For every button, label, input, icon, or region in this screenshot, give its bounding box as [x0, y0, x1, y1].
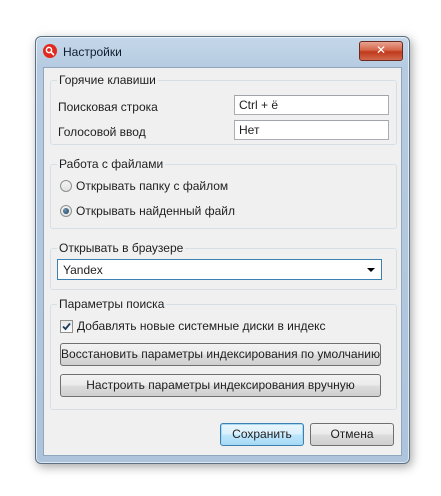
hotkeys-group: Горячие клавиши Поисковая строка Ctrl + … — [50, 73, 397, 145]
open-file-label[interactable]: Открывать найденный файл — [76, 204, 235, 218]
browser-group: Открывать в браузере Yandex — [50, 241, 397, 290]
add-disks-label[interactable]: Добавлять новые системные диски в индекс — [77, 319, 326, 333]
search-params-legend: Параметры поиска — [57, 297, 167, 311]
files-legend: Работа с файлами — [57, 157, 166, 171]
files-group: Работа с файлами Открывать папку с файло… — [50, 157, 397, 229]
restore-defaults-button[interactable]: Восстановить параметры индексирования по… — [60, 343, 381, 366]
dialog-body: Горячие клавиши Поисковая строка Ctrl + … — [43, 67, 402, 456]
add-disks-checkbox[interactable] — [60, 320, 73, 333]
chevron-down-icon — [367, 268, 375, 272]
manual-index-button[interactable]: Настроить параметры индексирования вручн… — [60, 374, 381, 397]
open-folder-label[interactable]: Открывать папку с файлом — [76, 179, 228, 193]
checkmark-icon — [62, 322, 71, 331]
open-file-radio[interactable] — [60, 205, 72, 217]
close-button[interactable]: ✕ — [359, 41, 403, 61]
cancel-button[interactable]: Отмена — [310, 423, 394, 446]
search-hotkey-label: Поисковая строка — [58, 100, 158, 114]
window-title: Настройки — [63, 45, 122, 59]
save-button[interactable]: Сохранить — [220, 423, 304, 446]
voice-hotkey-field[interactable]: Нет — [234, 120, 389, 140]
open-folder-radio[interactable] — [60, 180, 72, 192]
voice-hotkey-label: Голосовой ввод — [58, 125, 146, 139]
close-icon: ✕ — [375, 43, 387, 57]
browser-select[interactable]: Yandex — [57, 259, 382, 280]
settings-window: Настройки ✕ Горячие клавиши Поисковая ст… — [35, 36, 410, 464]
app-search-icon — [43, 44, 57, 58]
hotkeys-legend: Горячие клавиши — [57, 73, 158, 87]
search-params-group: Параметры поиска Добавлять новые системн… — [50, 297, 397, 410]
title-bar[interactable]: Настройки ✕ — [36, 37, 409, 67]
search-hotkey-field[interactable]: Ctrl + ё — [234, 95, 389, 115]
browser-select-value: Yandex — [63, 263, 103, 277]
browser-legend: Открывать в браузере — [57, 241, 186, 255]
